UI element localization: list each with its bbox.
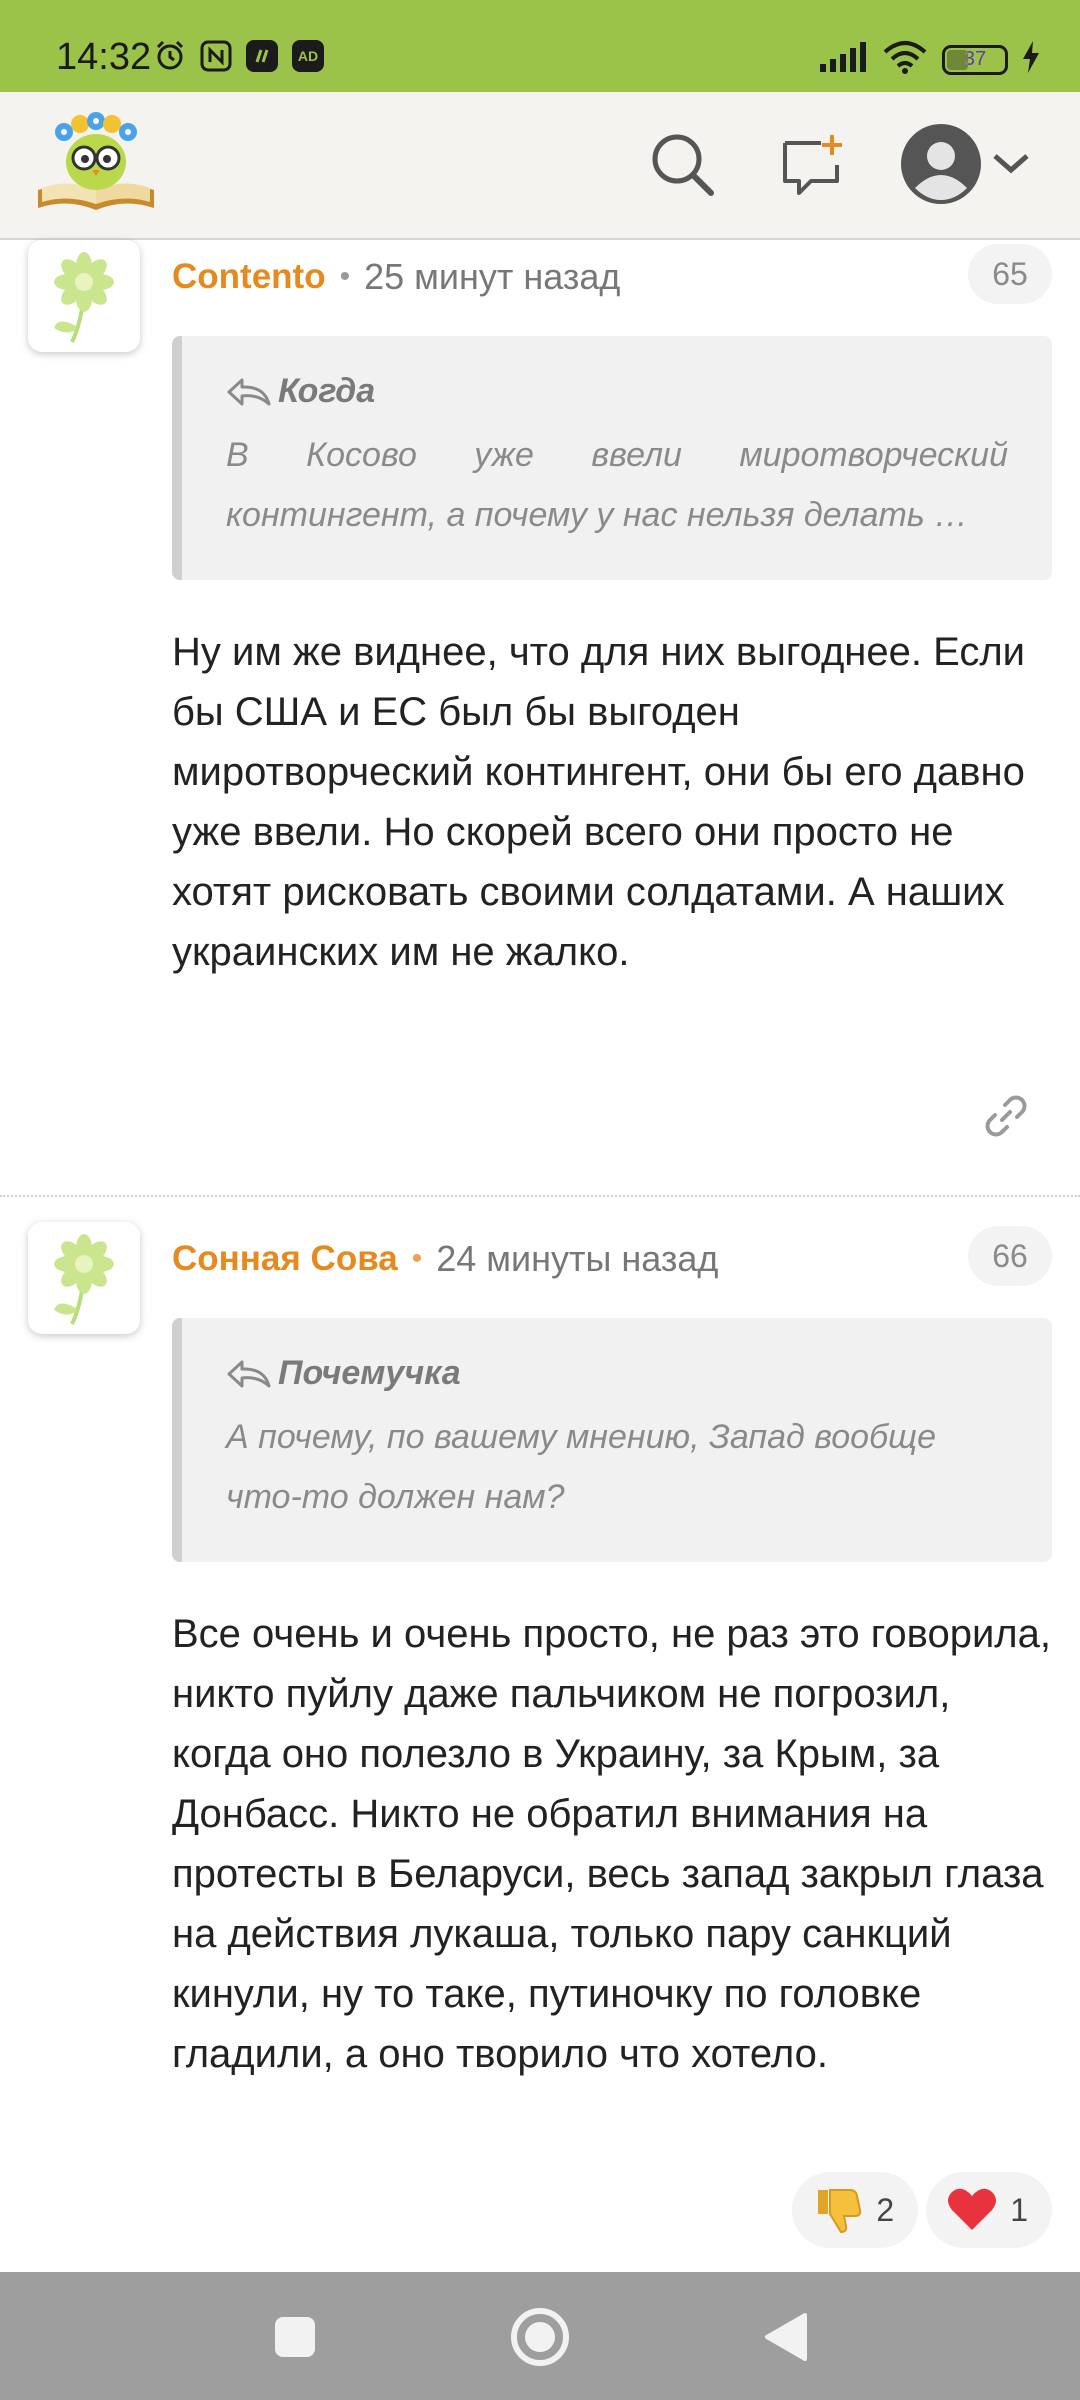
comment-time: 24 минуты назад [436, 1238, 719, 1279]
comment-divider [0, 1195, 1080, 1197]
comment-number[interactable]: 65 [968, 244, 1052, 304]
comment-time: 25 минут назад [364, 256, 621, 297]
reaction-heart[interactable]: 1 [926, 2172, 1052, 2248]
app-header [0, 92, 1080, 240]
flower-avatar-icon[interactable] [28, 240, 140, 352]
signal-icon [818, 42, 868, 77]
quote-author: Когда [278, 372, 376, 410]
comment-author[interactable]: Сонная Сова [172, 1239, 398, 1279]
heart-icon [946, 2186, 998, 2234]
reply-arrow-icon [226, 1358, 272, 1390]
quote-text: А почему, по вашему мнению, Запад вообще… [226, 1418, 937, 1516]
flower-avatar-icon[interactable] [28, 1222, 140, 1334]
meta-separator: • [339, 260, 351, 293]
reaction-count: 1 [1010, 2191, 1028, 2228]
wifi-icon [882, 40, 928, 79]
alarm-icon [152, 38, 188, 74]
home-circle-icon[interactable] [505, 2302, 575, 2372]
quoted-comment[interactable]: Почемучка А почему, по вашему мнению, За… [172, 1318, 1052, 1562]
status-bar: 14:32 AD 37 [0, 0, 1080, 92]
status-time: 14:32 [56, 36, 152, 78]
status-icons-right: 37 [818, 40, 1040, 79]
charging-icon [1022, 41, 1040, 78]
comment-meta: Сонная Сова • 24 минуты назад [172, 1234, 718, 1284]
search-icon[interactable] [640, 122, 724, 206]
battery-level: 37 [963, 48, 987, 70]
quote-header: Когда [226, 372, 1008, 411]
comment-meta: Contento • 25 минут назад [172, 252, 620, 302]
status-icons-left: AD [152, 38, 326, 74]
comment-body: Ну им же виднее, что для них выгоднее. Е… [172, 630, 1026, 974]
quote-author: Почемучка [278, 1354, 461, 1392]
reply-arrow-icon [226, 376, 272, 408]
nfc-icon [198, 38, 234, 74]
owl-book-logo[interactable] [34, 112, 158, 214]
recents-square-icon[interactable] [260, 2302, 330, 2372]
thumbs-down-icon [812, 2184, 864, 2236]
reaction-count: 2 [876, 2191, 895, 2228]
new-comment-icon[interactable] [770, 122, 854, 206]
comment-number[interactable]: 66 [968, 1226, 1052, 1286]
reactions-bar: 2 1 [792, 2172, 1052, 2248]
back-triangle-icon[interactable] [750, 2302, 820, 2372]
user-avatar-icon[interactable] [896, 122, 986, 206]
comment-body: Все очень и очень просто, не раз это гов… [172, 1612, 1051, 2076]
meta-separator: • [411, 1242, 423, 1275]
navigation-bar [0, 2272, 1080, 2400]
reaction-thumbs-down[interactable]: 2 [792, 2172, 919, 2248]
chevron-down-icon[interactable] [986, 122, 1036, 206]
quote-text: В Косово уже ввели миротворческий контин… [226, 436, 1008, 534]
quote-header: Почемучка [226, 1354, 1008, 1393]
ad-blocker-icon: AD [290, 38, 326, 74]
link-icon[interactable] [978, 1088, 1034, 1144]
app-notification-icon [244, 38, 280, 74]
battery-icon: 37 [942, 44, 1008, 75]
comment-author[interactable]: Contento [172, 257, 326, 297]
quoted-comment[interactable]: Когда В Косово уже ввели миротворческий … [172, 336, 1052, 580]
